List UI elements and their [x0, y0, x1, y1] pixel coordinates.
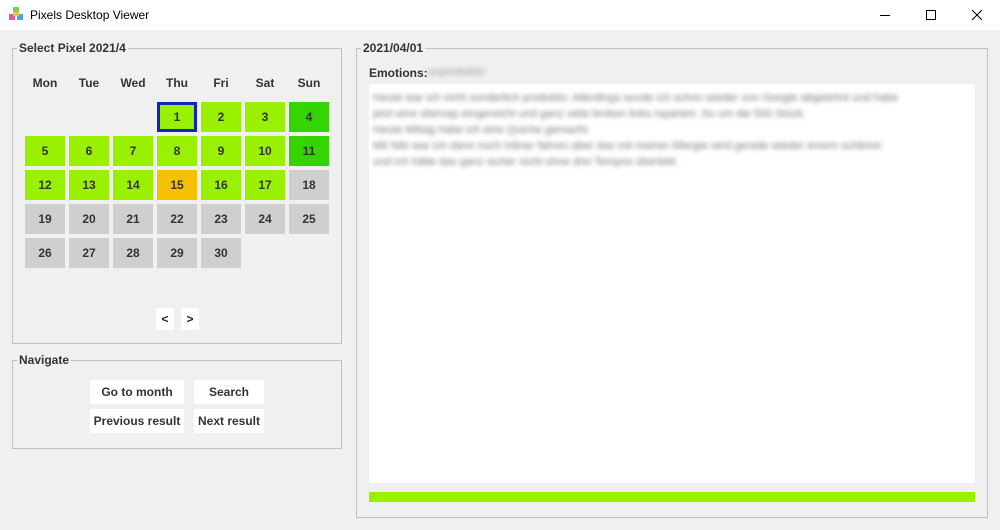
- day-cell[interactable]: 24: [245, 204, 285, 234]
- weekday-label: Wed: [120, 76, 146, 90]
- day-cell[interactable]: 16: [201, 170, 241, 200]
- day-cell[interactable]: 26: [25, 238, 65, 268]
- weekday-label: Fri: [213, 76, 229, 90]
- day-cell[interactable]: 1: [157, 102, 197, 132]
- day-cell[interactable]: 22: [157, 204, 197, 234]
- window-title: Pixels Desktop Viewer: [30, 8, 150, 22]
- weekday-label: Sun: [297, 76, 321, 90]
- minimize-button[interactable]: [862, 0, 908, 30]
- day-cell[interactable]: 6: [69, 136, 109, 166]
- day-cell[interactable]: 11: [289, 136, 329, 166]
- day-cell[interactable]: 18: [289, 170, 329, 200]
- next-result-button[interactable]: Next result: [194, 409, 264, 433]
- day-cell[interactable]: 30: [201, 238, 241, 268]
- day-cell[interactable]: 12: [25, 170, 65, 200]
- next-month-button[interactable]: >: [181, 308, 199, 330]
- previous-result-button[interactable]: Previous result: [90, 409, 184, 433]
- day-cell[interactable]: 23: [201, 204, 241, 234]
- previous-month-button[interactable]: <: [156, 308, 174, 330]
- day-cell[interactable]: 8: [157, 136, 197, 166]
- detail-date-legend: 2021/04/01: [361, 41, 426, 55]
- day-cell[interactable]: 21: [113, 204, 153, 234]
- day-cell[interactable]: 19: [25, 204, 65, 234]
- day-cell[interactable]: 9: [201, 136, 241, 166]
- title-bar: Pixels Desktop Viewer: [0, 0, 1000, 30]
- navigate-legend: Navigate: [17, 353, 72, 367]
- close-button[interactable]: [954, 0, 1000, 30]
- day-cell[interactable]: 17: [245, 170, 285, 200]
- minimize-icon: [880, 15, 890, 16]
- weekday-label: Sat: [255, 76, 275, 90]
- calendar-legend: Select Pixel 2021/4: [17, 41, 128, 55]
- weekday-label: Thu: [166, 76, 188, 90]
- day-cell[interactable]: 4: [289, 102, 329, 132]
- day-cell[interactable]: 20: [69, 204, 109, 234]
- day-cell[interactable]: 28: [113, 238, 153, 268]
- close-icon: [971, 9, 983, 21]
- go-to-month-button[interactable]: Go to month: [90, 380, 184, 404]
- notes-textarea[interactable]: Heute war ich nicht sonderlich produktiv…: [369, 84, 975, 483]
- navigate-panel: Navigate: [12, 353, 342, 449]
- emotions-value: unproduktiv: [428, 66, 485, 78]
- day-cell[interactable]: 7: [113, 136, 153, 166]
- day-cell[interactable]: 2: [201, 102, 241, 132]
- app-icon: [9, 7, 23, 20]
- maximize-button[interactable]: [908, 0, 954, 30]
- day-cell[interactable]: 10: [245, 136, 285, 166]
- weekday-label: Tue: [78, 76, 100, 90]
- mood-color-bar: [369, 492, 975, 502]
- day-cell[interactable]: 27: [69, 238, 109, 268]
- day-cell[interactable]: 15: [157, 170, 197, 200]
- emotions-label: Emotions:: [369, 66, 428, 80]
- day-cell[interactable]: 14: [113, 170, 153, 200]
- notes-text: Heute war ich nicht sonderlich produktiv…: [373, 92, 899, 168]
- maximize-icon: [926, 10, 936, 20]
- day-cell[interactable]: 13: [69, 170, 109, 200]
- day-cell[interactable]: 5: [25, 136, 65, 166]
- weekday-label: Mon: [32, 76, 58, 90]
- search-button[interactable]: Search: [194, 380, 264, 404]
- day-cell[interactable]: 25: [289, 204, 329, 234]
- day-cell[interactable]: 3: [245, 102, 285, 132]
- day-cell[interactable]: 29: [157, 238, 197, 268]
